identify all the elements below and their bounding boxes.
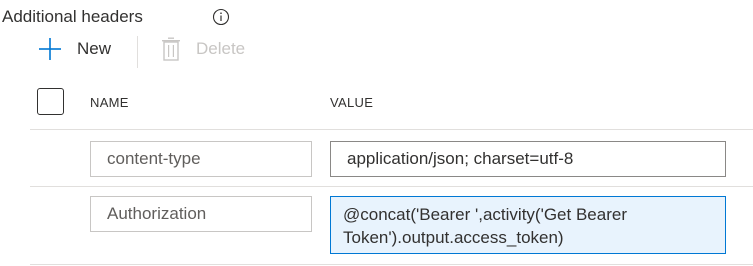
- row-divider: [30, 264, 753, 265]
- new-button-label: New: [77, 39, 112, 58]
- plus-icon: [39, 38, 61, 60]
- column-header-value: VALUE: [330, 95, 374, 110]
- trash-icon: [162, 37, 180, 61]
- delete-button[interactable]: Delete: [161, 36, 245, 62]
- header-name-field[interactable]: content-type: [90, 141, 312, 177]
- delete-button-label: Delete: [196, 39, 246, 58]
- header-name-field[interactable]: Authorization: [90, 196, 312, 232]
- new-button[interactable]: New: [38, 36, 111, 62]
- header-value-field[interactable]: @concat('Bearer ',activity('Get Bearer T…: [330, 196, 726, 254]
- row-divider: [30, 186, 753, 187]
- header-value-field[interactable]: application/json; charset=utf-8: [330, 141, 726, 177]
- header-divider: [30, 129, 753, 130]
- column-header-name: NAME: [90, 95, 129, 110]
- select-all-checkbox[interactable]: [37, 88, 64, 115]
- section-title: Additional headers: [2, 7, 143, 26]
- info-icon[interactable]: [212, 8, 230, 26]
- toolbar-divider: [137, 36, 138, 68]
